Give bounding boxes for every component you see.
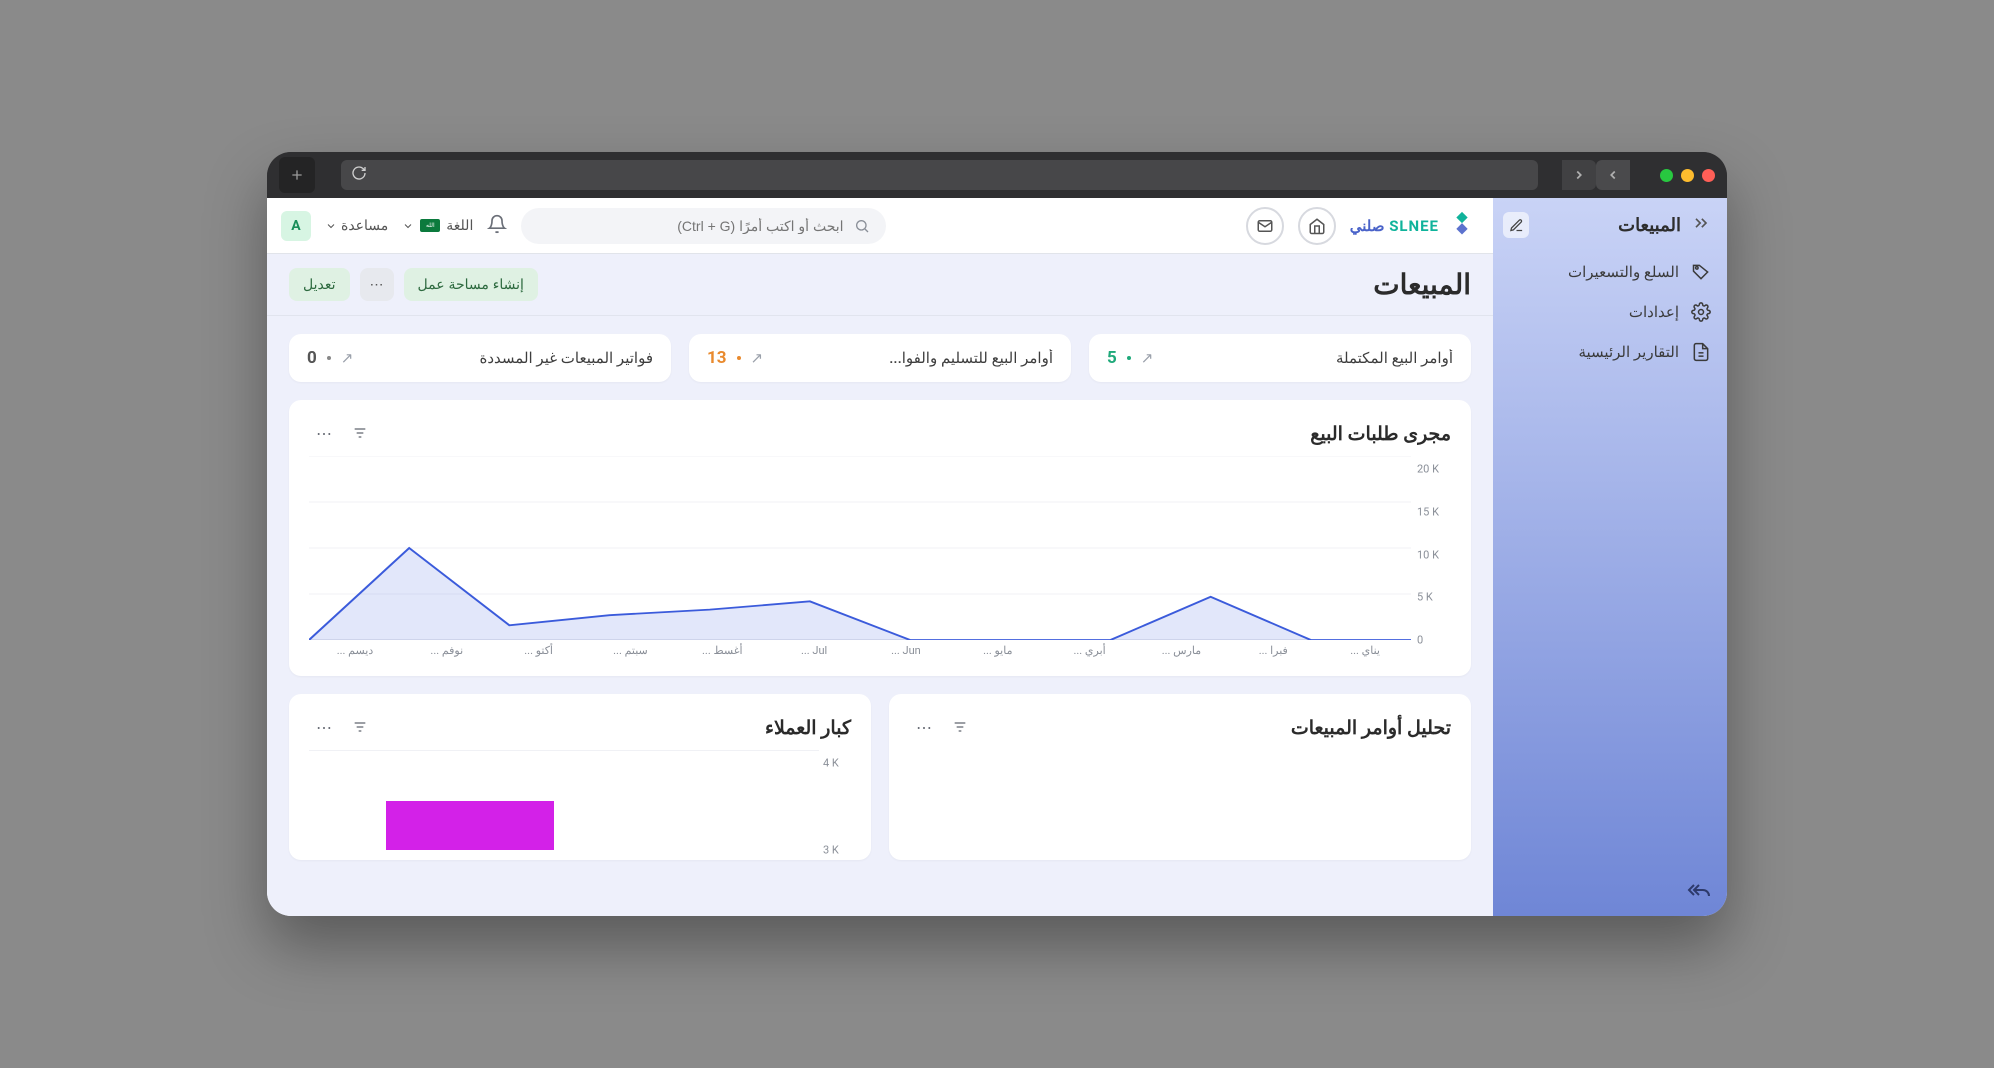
sidebar-item-products-pricing[interactable]: السلع والتسعيرات [1503, 262, 1711, 282]
traffic-lights [1660, 169, 1715, 182]
dot-icon [327, 356, 331, 360]
x-axis: يناي ...فبرا ...مارس ...أبري ...مايو ...… [309, 644, 1411, 666]
sales-funnel-card: مجرى طلبات البيع ⋯ 20 K15 K10 K5 K0 يناي… [289, 400, 1471, 676]
filter-icon [352, 425, 368, 441]
sidebar-edit-button[interactable] [1503, 212, 1529, 238]
top-customers-card: كبار العملاء ⋯ 4 K3 K [289, 694, 871, 860]
stat-title: أوامر البيع للتسليم والفوا... [773, 349, 1053, 367]
sidebar-item-label: السلع والتسعيرات [1568, 263, 1679, 281]
sidebar-item-label: التقارير الرئيسية [1578, 343, 1679, 361]
browser-back-button[interactable] [1596, 160, 1630, 190]
new-tab-button[interactable] [279, 157, 315, 193]
more-menu-button[interactable]: ⋯ [360, 268, 394, 301]
arrow-up-right-icon: ↗ [751, 349, 764, 367]
card-menu-button[interactable]: ⋯ [309, 712, 339, 742]
address-bar[interactable] [341, 160, 1538, 190]
card-title: تحليل أوامر المبيعات [981, 716, 1451, 739]
card-menu-button[interactable]: ⋯ [309, 418, 339, 448]
filter-button[interactable] [345, 418, 375, 448]
avatar[interactable]: A [281, 211, 311, 241]
stats-row: أوامر البيع المكتملة ↗ 5 أوامر البيع للت… [289, 334, 1471, 382]
logo-text: SLNEE صلني [1350, 217, 1439, 235]
browser-forward-button[interactable] [1562, 160, 1596, 190]
y-axis: 20 K15 K10 K5 K0 [1417, 456, 1451, 640]
sidebar: المبيعات السلع والتسعيرات إعدادات التقار… [1493, 198, 1727, 916]
filter-icon [352, 719, 368, 735]
filter-icon [952, 719, 968, 735]
close-window-icon[interactable] [1702, 169, 1715, 182]
language-picker[interactable]: اللغة [402, 218, 473, 234]
logo[interactable]: SLNEE صلني [1350, 209, 1479, 243]
global-search[interactable] [521, 208, 885, 244]
tag-icon [1691, 262, 1711, 282]
messages-button[interactable] [1246, 207, 1284, 245]
line-chart: 20 K15 K10 K5 K0 يناي ...فبرا ...مارس ..… [309, 456, 1451, 666]
dot-icon [1127, 356, 1131, 360]
chevron-down-icon [402, 220, 414, 232]
arrow-up-right-icon: ↗ [1141, 349, 1154, 367]
logo-icon [1445, 209, 1479, 243]
reload-icon[interactable] [351, 165, 367, 185]
edit-button[interactable]: تعديل [289, 268, 350, 301]
stat-value: 13 [707, 348, 727, 368]
help-menu[interactable]: مساعدة [325, 218, 388, 234]
mail-icon [1256, 217, 1274, 235]
bar [386, 801, 554, 851]
stat-title: فواتير المبيعات غير المسددة [363, 349, 653, 367]
sidebar-list: السلع والتسعيرات إعدادات التقارير الرئيس… [1503, 262, 1711, 362]
sales-order-analysis-card: تحليل أوامر المبيعات ⋯ [889, 694, 1471, 860]
reply-all-icon[interactable] [1687, 878, 1711, 906]
dot-icon [737, 356, 741, 360]
bell-icon [487, 214, 507, 234]
sidebar-collapse-icon[interactable] [1691, 213, 1711, 237]
card-title: مجرى طلبات البيع [381, 422, 1451, 445]
home-button[interactable] [1298, 207, 1336, 245]
flag-icon [420, 219, 440, 232]
sidebar-item-main-reports[interactable]: التقارير الرئيسية [1503, 342, 1711, 362]
search-icon [854, 218, 870, 234]
nav-arrows [1562, 160, 1630, 190]
search-input[interactable] [537, 218, 843, 234]
device-frame: المبيعات السلع والتسعيرات إعدادات التقار… [267, 152, 1727, 916]
sidebar-title: المبيعات [1539, 215, 1681, 236]
chevron-down-icon [325, 220, 337, 232]
maximize-window-icon[interactable] [1660, 169, 1673, 182]
stat-completed-orders[interactable]: أوامر البيع المكتملة ↗ 5 [1089, 334, 1471, 382]
app-shell: المبيعات السلع والتسعيرات إعدادات التقار… [267, 198, 1727, 916]
card-menu-button[interactable]: ⋯ [909, 712, 939, 742]
help-label: مساعدة [341, 218, 388, 234]
page-title: المبيعات [538, 268, 1471, 301]
sidebar-item-settings[interactable]: إعدادات [1503, 302, 1711, 322]
browser-toolbar [267, 152, 1727, 198]
arrow-up-right-icon: ↗ [341, 349, 354, 367]
notifications-button[interactable] [487, 214, 507, 238]
create-workspace-button[interactable]: إنشاء مساحة عمل [404, 268, 538, 301]
content-area: أوامر البيع المكتملة ↗ 5 أوامر البيع للت… [267, 316, 1493, 916]
app-bar: SLNEE صلني اللغة [267, 198, 1493, 254]
home-icon [1308, 217, 1326, 235]
filter-button[interactable] [345, 712, 375, 742]
main-column: SLNEE صلني اللغة [267, 198, 1493, 916]
stat-title: أوامر البيع المكتملة [1163, 349, 1453, 367]
stat-value: 0 [307, 348, 317, 368]
stat-value: 5 [1107, 348, 1117, 368]
minimize-window-icon[interactable] [1681, 169, 1694, 182]
stat-unpaid-invoices[interactable]: فواتير المبيعات غير المسددة ↗ 0 [289, 334, 671, 382]
filter-button[interactable] [945, 712, 975, 742]
secondary-row: تحليل أوامر المبيعات ⋯ كبار العملاء [289, 694, 1471, 860]
stat-orders-to-deliver[interactable]: أوامر البيع للتسليم والفوا... ↗ 13 [689, 334, 1071, 382]
page-header: المبيعات إنشاء مساحة عمل ⋯ تعديل [267, 254, 1493, 316]
sidebar-item-label: إعدادات [1629, 303, 1679, 321]
y-axis: 4 K3 K [823, 750, 851, 850]
card-title: كبار العملاء [381, 716, 851, 739]
language-label: اللغة [446, 218, 473, 234]
report-icon [1691, 342, 1711, 362]
gear-icon [1691, 302, 1711, 322]
bar-chart: 4 K3 K [309, 750, 851, 850]
